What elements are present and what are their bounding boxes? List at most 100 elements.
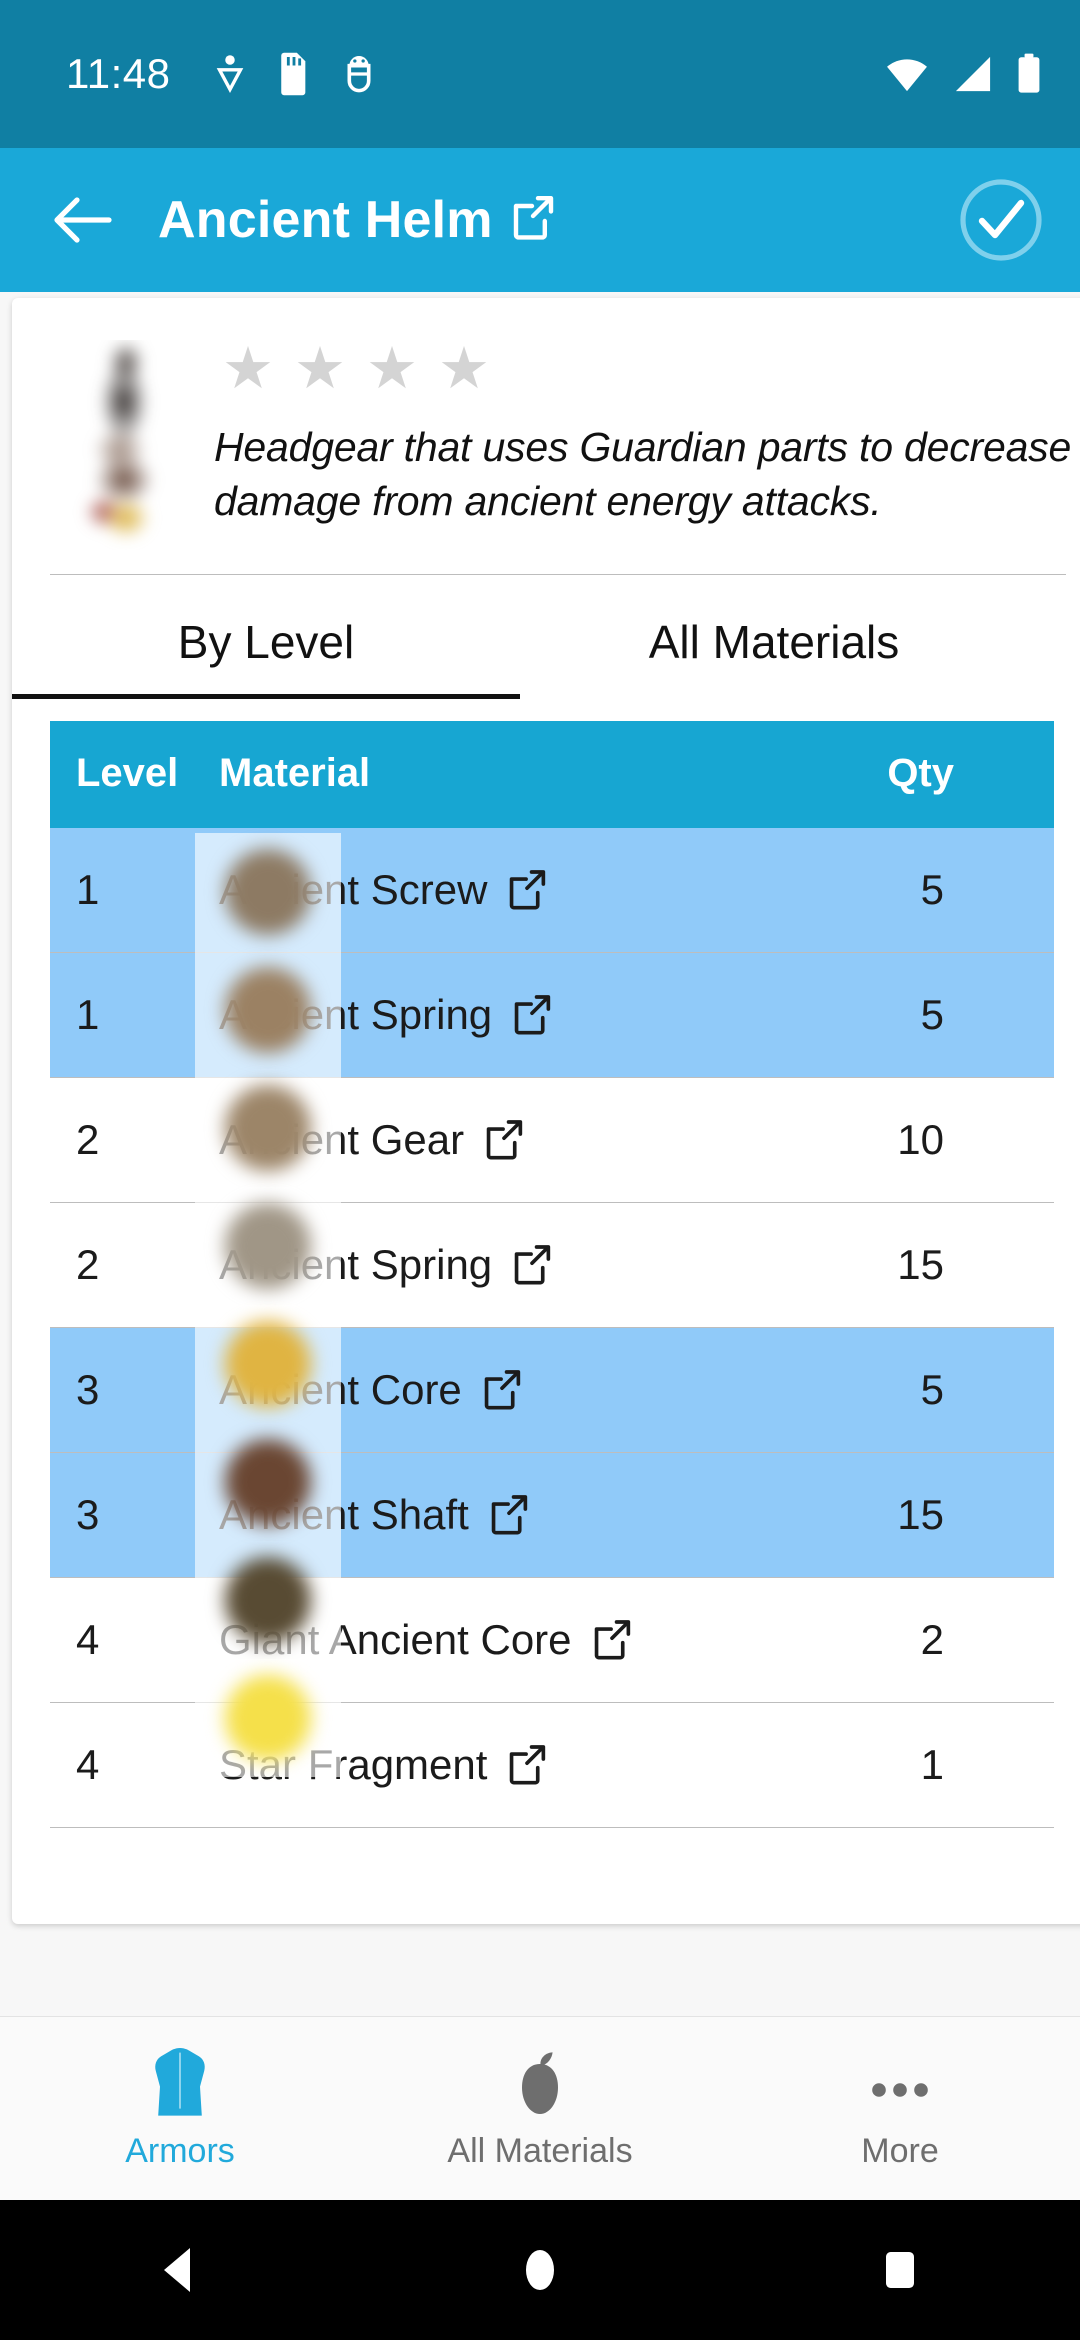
cell-level: 1 xyxy=(50,952,193,1078)
external-link-icon[interactable] xyxy=(512,994,552,1036)
app-bar-title-group[interactable]: Ancient Helm xyxy=(158,190,555,250)
materials-table: Level Material Qty 1 Ancient Screw 5 1 Ancie… xyxy=(50,721,1054,1828)
bottom-nav-item-armors[interactable]: Armors xyxy=(0,2046,360,2171)
table-row[interactable]: 4 Giant Ancient Core 2 xyxy=(50,1577,1054,1703)
cell-level: 3 xyxy=(50,1327,193,1453)
star-icon: ★ xyxy=(294,336,346,401)
cell-material[interactable]: Star Fragment xyxy=(193,1702,803,1828)
bottom-nav-label-more: More xyxy=(861,2132,939,2170)
wifi-icon xyxy=(884,55,930,93)
cellular-signal-icon xyxy=(952,55,994,93)
page-content: ★ ★ ★ ★ Headgear that uses Guardian part… xyxy=(0,292,1080,2016)
material-name: Ancient Screw xyxy=(219,866,488,913)
external-link-icon[interactable] xyxy=(489,1494,529,1536)
star-icon: ★ xyxy=(438,336,490,401)
cell-material[interactable]: Ancient Spring xyxy=(193,952,803,1078)
tab-by-level[interactable]: By Level xyxy=(12,575,520,699)
column-header-material[interactable]: Material xyxy=(193,721,803,828)
item-description: Headgear that uses Guardian parts to dec… xyxy=(214,424,1080,525)
material-name: Ancient Spring xyxy=(219,991,493,1038)
battery-full-icon xyxy=(1016,53,1042,95)
material-name: Star Fragment xyxy=(219,1741,488,1788)
table-row[interactable]: 4 Star Fragment 1 xyxy=(50,1702,1054,1828)
status-bar-clock: 11:48 xyxy=(66,50,171,97)
cell-level: 2 xyxy=(50,1077,193,1203)
android-back-button[interactable] xyxy=(120,2210,240,2330)
table-row[interactable]: 2 Ancient Gear 10 xyxy=(50,1077,1054,1203)
external-link-icon[interactable] xyxy=(512,1244,552,1286)
armor-detail-card: ★ ★ ★ ★ Headgear that uses Guardian part… xyxy=(12,298,1080,1924)
tab-by-level-label: By Level xyxy=(177,616,355,668)
material-name: Ancient Shaft xyxy=(219,1491,469,1538)
materials-tabs: By Level All Materials xyxy=(12,575,1068,699)
material-name: Giant Ancient Core xyxy=(219,1616,572,1663)
item-summary: ★ ★ ★ ★ Headgear that uses Guardian part… xyxy=(12,298,1080,556)
table-row[interactable]: 3 Ancient Shaft 15 xyxy=(50,1452,1054,1578)
status-bar-notification-icons xyxy=(213,52,377,96)
cell-level: 4 xyxy=(50,1577,193,1703)
bottom-nav-label-all-materials: All Materials xyxy=(447,2132,633,2170)
cell-material[interactable]: Ancient Gear xyxy=(193,1077,803,1203)
tab-all-materials-label: All Materials xyxy=(648,616,900,668)
phone-screen: 11:48 Ancient Helm ★ ★ ★ ★ Headgear that… xyxy=(0,0,1080,2340)
materials-table-body: 1 Ancient Screw 5 1 Ancient Spring 5 2 Ancient … xyxy=(50,828,1054,1828)
cell-level: 4 xyxy=(50,1702,193,1828)
cell-level: 2 xyxy=(50,1202,193,1328)
external-link-icon[interactable] xyxy=(482,1369,522,1411)
sd-card-icon xyxy=(277,52,311,96)
bottom-nav-label-armors: Armors xyxy=(125,2132,235,2170)
external-link-icon[interactable] xyxy=(507,869,547,911)
external-link-icon[interactable] xyxy=(484,1119,524,1161)
table-row[interactable]: 3 Ancient Core 5 xyxy=(50,1327,1054,1453)
status-bar: 11:48 xyxy=(0,0,1080,148)
cell-qty: 5 xyxy=(803,1327,1054,1453)
cell-qty: 15 xyxy=(803,1452,1054,1578)
material-name: Ancient Core xyxy=(219,1366,462,1413)
cell-qty: 2 xyxy=(803,1577,1054,1703)
item-thumbnail xyxy=(64,340,188,550)
cell-level: 3 xyxy=(50,1452,193,1578)
cell-qty: 5 xyxy=(803,828,1054,953)
material-seed-icon xyxy=(507,2046,573,2122)
cell-material[interactable]: Giant Ancient Core xyxy=(193,1577,803,1703)
armor-tunic-icon xyxy=(143,2046,217,2122)
cell-material[interactable]: Ancient Shaft xyxy=(193,1452,803,1578)
page-title: Ancient Helm xyxy=(158,191,493,249)
cell-material[interactable]: Ancient Spring xyxy=(193,1202,803,1328)
cell-qty: 1 xyxy=(803,1702,1054,1828)
status-bar-system-icons xyxy=(884,53,1042,95)
more-dots-icon xyxy=(863,2046,937,2122)
star-icon: ★ xyxy=(366,336,418,401)
table-header-row: Level Material Qty xyxy=(50,721,1054,828)
bottom-navigation: Armors All Materials More xyxy=(0,2016,1080,2200)
cell-qty: 15 xyxy=(803,1202,1054,1328)
upgrade-star-rating: ★ ★ ★ ★ xyxy=(222,340,1080,398)
android-home-button[interactable] xyxy=(480,2210,600,2330)
cell-level: 1 xyxy=(50,828,193,953)
table-row[interactable]: 2 Ancient Spring 15 xyxy=(50,1202,1054,1328)
external-link-icon[interactable] xyxy=(592,1619,632,1661)
table-row[interactable]: 1 Ancient Spring 5 xyxy=(50,952,1054,1078)
android-recents-button[interactable] xyxy=(840,2210,960,2330)
column-header-level[interactable]: Level xyxy=(50,721,193,828)
app-bar: Ancient Helm xyxy=(0,148,1080,292)
external-link-icon[interactable] xyxy=(511,195,555,246)
cell-qty: 5 xyxy=(803,952,1054,1078)
materials-table-area[interactable]: Level Material Qty 1 Ancient Screw 5 1 Ancie… xyxy=(12,699,1080,1828)
table-row[interactable]: 1 Ancient Screw 5 xyxy=(50,828,1054,953)
column-header-qty[interactable]: Qty xyxy=(803,721,1054,828)
star-icon: ★ xyxy=(222,336,274,401)
material-name: Ancient Spring xyxy=(219,1241,493,1288)
tab-all-materials[interactable]: All Materials xyxy=(520,575,1028,699)
android-debug-icon xyxy=(341,52,377,96)
heart-pulse-icon xyxy=(213,53,247,95)
cell-material[interactable]: Ancient Core xyxy=(193,1327,803,1453)
material-name: Ancient Gear xyxy=(219,1116,465,1163)
bottom-nav-item-more[interactable]: More xyxy=(720,2046,1080,2171)
bottom-nav-item-all-materials[interactable]: All Materials xyxy=(360,2046,720,2171)
back-button[interactable] xyxy=(44,182,120,258)
external-link-icon[interactable] xyxy=(507,1744,547,1786)
cell-material[interactable]: Ancient Screw xyxy=(193,828,803,953)
check-circle-icon[interactable] xyxy=(958,177,1044,263)
android-navigation-bar xyxy=(0,2200,1080,2340)
